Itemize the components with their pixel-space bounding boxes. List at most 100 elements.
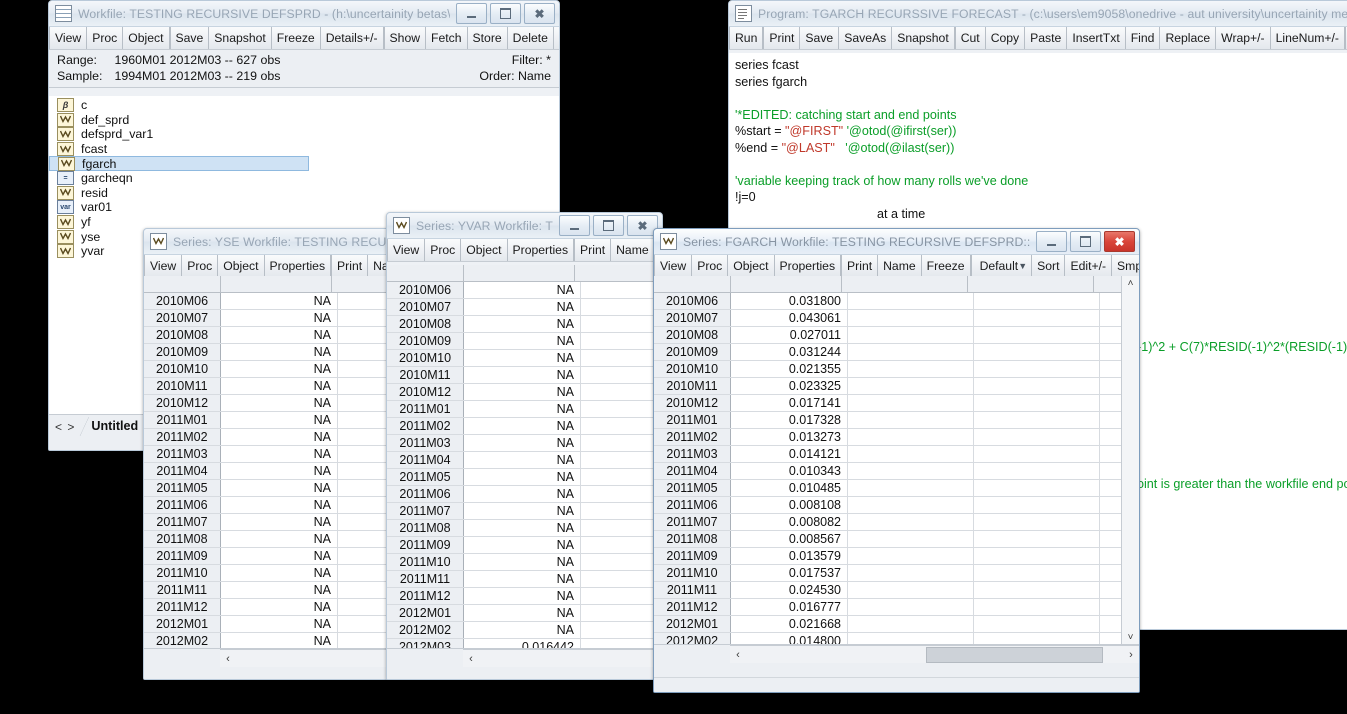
row-empty-cell[interactable] <box>848 446 974 462</box>
program-snapshot-button[interactable]: Snapshot <box>892 27 955 49</box>
fgarch-scroll-thumb[interactable] <box>926 646 1103 663</box>
fgarch-smpl-button[interactable]: Smpl+ <box>1112 255 1139 277</box>
row-index-cell[interactable]: 2011M09 <box>387 537 464 553</box>
row-index-cell[interactable]: 2011M10 <box>144 565 221 581</box>
row-index-cell[interactable]: 2011M08 <box>144 531 221 547</box>
row-index-cell[interactable]: 2011M05 <box>387 469 464 485</box>
row-value-cell[interactable]: 0.010343 <box>731 463 848 479</box>
workfile-delete-button[interactable]: Delete <box>507 27 554 49</box>
row-value-cell[interactable]: 0.043061 <box>731 310 848 326</box>
row-value-cell[interactable]: NA <box>221 548 338 564</box>
row-empty-cell[interactable] <box>848 480 974 496</box>
row-value-cell[interactable]: NA <box>221 463 338 479</box>
table-row[interactable]: 2011M04 NA <box>387 452 662 469</box>
table-row[interactable]: 2011M02 NA <box>387 418 662 435</box>
row-index-cell[interactable]: 2010M08 <box>387 316 464 332</box>
row-value-cell[interactable]: NA <box>221 616 338 632</box>
workfile-genr-button[interactable]: Genr <box>553 27 559 49</box>
yse-horizontal-scrollbar-area[interactable]: ‹ <box>144 648 404 679</box>
row-empty-cell[interactable] <box>1100 446 1122 462</box>
row-index-cell[interactable]: 2011M12 <box>654 599 731 615</box>
row-value-cell[interactable]: NA <box>464 605 581 621</box>
row-value-cell[interactable]: 0.008567 <box>731 531 848 547</box>
row-value-cell[interactable]: NA <box>221 480 338 496</box>
row-index-cell[interactable]: 2011M07 <box>387 503 464 519</box>
row-value-cell[interactable]: NA <box>464 469 581 485</box>
row-index-cell[interactable]: 2011M08 <box>387 520 464 536</box>
row-empty-cell[interactable] <box>974 599 1100 615</box>
table-row[interactable]: 2010M12 NA <box>387 384 662 401</box>
fgarch-horizontal-scrollbar[interactable]: ‹ › <box>730 645 1139 663</box>
row-empty-cell[interactable] <box>974 531 1100 547</box>
row-value-cell[interactable]: NA <box>221 293 338 309</box>
workfile-freeze-button[interactable]: Freeze <box>271 27 321 49</box>
row-empty-cell[interactable] <box>848 565 974 581</box>
program-linenum-button[interactable]: LineNum+/- <box>1270 27 1345 49</box>
fgarch-proc-button[interactable]: Proc <box>692 255 729 277</box>
fgarch-horizontal-scrollbar-area[interactable]: ‹ › <box>654 644 1139 692</box>
table-row[interactable]: 2011M07 0.008082 <box>654 514 1122 531</box>
row-value-cell[interactable]: 0.013273 <box>731 429 848 445</box>
row-index-cell[interactable]: 2010M08 <box>654 327 731 343</box>
row-value-cell[interactable]: NA <box>221 514 338 530</box>
table-row[interactable]: 2011M05 0.010485 <box>654 480 1122 497</box>
row-value-cell[interactable]: NA <box>221 446 338 462</box>
program-replace-button[interactable]: Replace <box>1160 27 1217 49</box>
row-value-cell[interactable]: NA <box>464 486 581 502</box>
row-empty-cell[interactable] <box>1100 327 1122 343</box>
workfile-object-fgarch[interactable]: fgarch <box>49 156 309 171</box>
row-index-cell[interactable]: 2011M12 <box>387 588 464 604</box>
workfile-proc-button[interactable]: Proc <box>87 27 124 49</box>
yvar-data-grid[interactable]: 2010M06 NA 2010M07 NA 2010M08 NA 2010M09 NA 2010… <box>387 265 662 679</box>
workfile-view-button[interactable]: View <box>49 27 88 49</box>
table-row[interactable]: 2010M10 0.021355 <box>654 361 1122 378</box>
row-empty-cell[interactable] <box>1100 395 1122 411</box>
row-index-cell[interactable]: 2011M03 <box>654 446 731 462</box>
fgarch-view-button[interactable]: View <box>654 255 693 277</box>
row-value-cell[interactable]: 0.031244 <box>731 344 848 360</box>
yse-data-grid[interactable]: 2010M06 NA 2010M07 NA 2010M08 NA 2010M09 NA 2010… <box>144 276 404 679</box>
row-value-cell[interactable]: NA <box>464 452 581 468</box>
row-index-cell[interactable]: 2010M09 <box>654 344 731 360</box>
yse-object-button[interactable]: Object <box>218 255 265 277</box>
row-empty-cell[interactable] <box>974 395 1100 411</box>
table-row[interactable]: 2010M06 NA <box>387 282 662 299</box>
table-row[interactable]: 2011M12 0.016777 <box>654 599 1122 616</box>
row-value-cell[interactable]: NA <box>221 531 338 547</box>
row-value-cell[interactable]: NA <box>464 367 581 383</box>
program-wrap-button[interactable]: Wrap+/- <box>1216 27 1271 49</box>
row-empty-cell[interactable] <box>974 310 1100 326</box>
row-empty-cell[interactable] <box>974 344 1100 360</box>
yvar-view-button[interactable]: View <box>387 239 426 261</box>
row-value-cell[interactable]: NA <box>464 571 581 587</box>
minimize-icon[interactable] <box>1036 231 1067 252</box>
row-index-cell[interactable]: 2010M11 <box>144 378 221 394</box>
row-index-cell[interactable]: 2012M02 <box>144 633 221 649</box>
yse-titlebar[interactable]: Series: YSE Workfile: TESTING RECURSIVE <box>144 229 404 255</box>
table-row[interactable]: 2010M10 NA <box>144 361 404 378</box>
row-empty-cell[interactable] <box>974 446 1100 462</box>
table-row[interactable]: 2010M08 NA <box>144 327 404 344</box>
row-value-cell[interactable]: NA <box>464 401 581 417</box>
workfile-window-buttons[interactable]: ✖ <box>456 3 557 24</box>
row-index-cell[interactable]: 2011M05 <box>654 480 731 496</box>
row-index-cell[interactable]: 2011M03 <box>144 446 221 462</box>
yvar-titlebar[interactable]: Series: YVAR Workfile: TESTING RECURSIVE… <box>387 213 662 239</box>
table-row[interactable]: 2011M01 NA <box>144 412 404 429</box>
yvar-print-button[interactable]: Print <box>575 239 612 261</box>
table-row[interactable]: 2011M03 0.014121 <box>654 446 1122 463</box>
row-empty-cell[interactable] <box>974 497 1100 513</box>
table-row[interactable]: 2011M06 NA <box>387 486 662 503</box>
row-value-cell[interactable]: 0.031800 <box>731 293 848 309</box>
maximize-icon[interactable] <box>593 215 624 236</box>
yvar-proc-button[interactable]: Proc <box>425 239 462 261</box>
row-value-cell[interactable]: 0.017537 <box>731 565 848 581</box>
yvar-object-button[interactable]: Object <box>461 239 508 261</box>
row-index-cell[interactable]: 2010M06 <box>654 293 731 309</box>
row-index-cell[interactable]: 2010M09 <box>144 344 221 360</box>
maximize-icon[interactable] <box>490 3 521 24</box>
row-index-cell[interactable]: 2011M02 <box>144 429 221 445</box>
row-empty-cell[interactable] <box>581 367 662 383</box>
fgarch-sort-button[interactable]: Sort <box>1032 255 1066 277</box>
row-index-cell[interactable]: 2011M07 <box>144 514 221 530</box>
